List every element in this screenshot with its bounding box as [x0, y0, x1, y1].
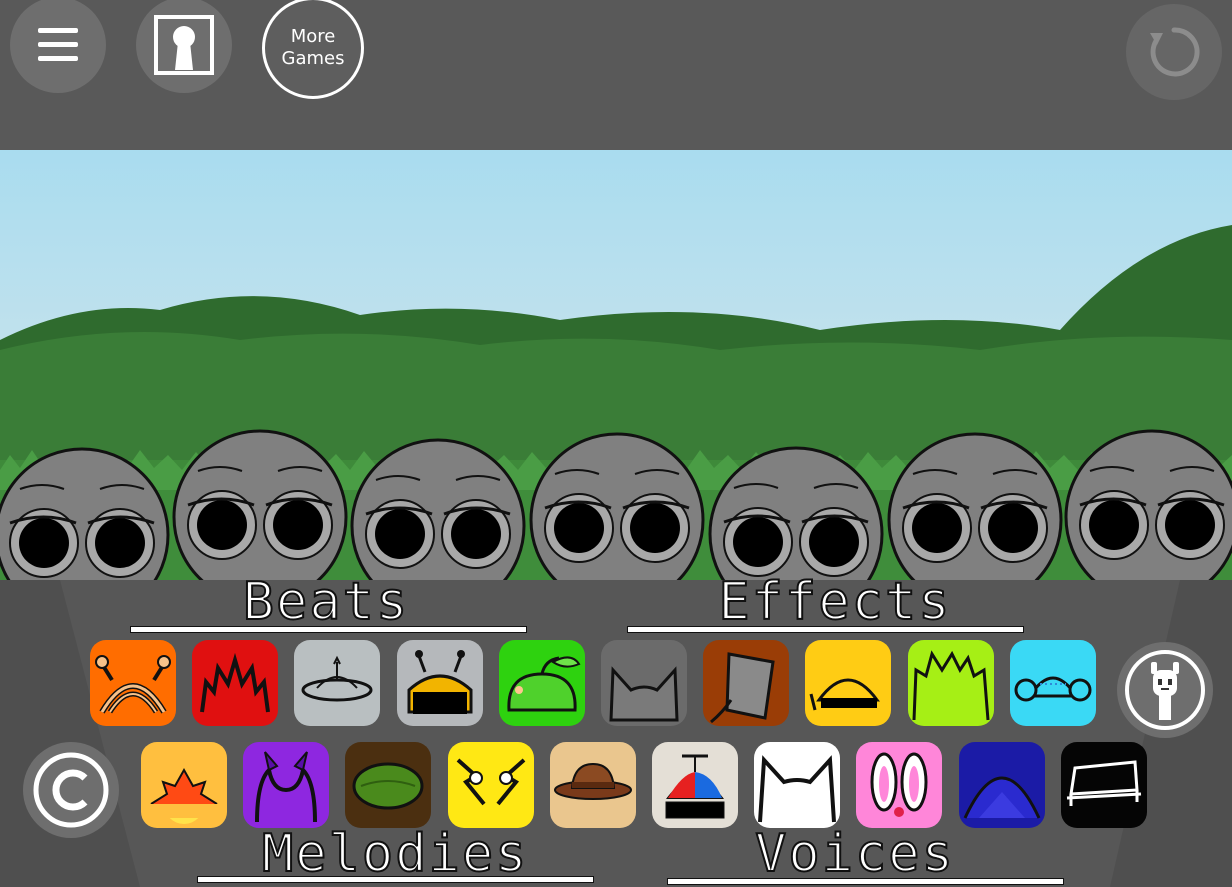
- copyright-button[interactable]: [23, 742, 119, 838]
- keyhole-icon: [154, 15, 214, 75]
- sound-slot-purple-horns[interactable]: [243, 742, 330, 828]
- copyright-icon: [33, 752, 109, 828]
- sound-slot-sunrise[interactable]: [141, 742, 227, 828]
- sound-slot-green-apple[interactable]: [498, 640, 585, 726]
- sound-slot-red-spiky-hair[interactable]: [192, 640, 279, 726]
- beats-underline: [130, 626, 527, 633]
- grey-robot-antenna-icon: [407, 650, 473, 714]
- yellow-helmet-icon: [809, 678, 881, 711]
- more-games-label-line1: More: [290, 26, 336, 47]
- sound-slot-yellow-lightning[interactable]: [447, 742, 534, 828]
- voices-category-label: Voices: [754, 824, 955, 884]
- grey-ufo-icon: [301, 655, 373, 702]
- orange-antenna-headband-icon: [95, 655, 171, 714]
- lime-spiky-hair-icon: [912, 650, 990, 721]
- cyan-beanie-icon: [1014, 676, 1092, 702]
- sound-slot-orange-antenna-headband[interactable]: [90, 640, 176, 726]
- sound-slot-grey-cat-ears[interactable]: [601, 640, 687, 726]
- propeller-cap-icon: [665, 754, 725, 819]
- white-cat-ears-icon: [758, 755, 837, 823]
- more-games-button[interactable]: More Games: [262, 0, 364, 99]
- white-character-icon: [1125, 650, 1205, 730]
- grey-cat-ears-icon: [609, 666, 679, 722]
- melodies-category-label: Melodies: [261, 824, 529, 884]
- hamburger-menu-icon: [38, 28, 78, 61]
- sound-slot-lime-spiky-hair[interactable]: [907, 640, 994, 726]
- sound-slot-bunny-ears[interactable]: [856, 742, 943, 828]
- bucket-hat-icon: [710, 652, 775, 724]
- sunrise-icon: [147, 767, 221, 824]
- unlock-button[interactable]: [136, 0, 232, 93]
- sound-slot-cyan-beanie[interactable]: [1009, 640, 1096, 726]
- reset-icon: [1150, 27, 1200, 77]
- voices-underline: [667, 878, 1064, 885]
- sound-slot-bucket-hat[interactable]: [703, 640, 790, 726]
- menu-button[interactable]: [10, 0, 106, 93]
- sound-slot-grey-ufo[interactable]: [294, 640, 381, 726]
- fedora-hat-icon: [553, 762, 632, 800]
- black-bench-icon: [1066, 760, 1141, 806]
- sound-slot-fedora-hat[interactable]: [549, 742, 636, 828]
- red-spiky-hair-icon: [200, 652, 271, 713]
- melodies-underline: [197, 876, 594, 883]
- sound-slot-blue-dome[interactable]: [958, 742, 1045, 828]
- stage-background: [0, 150, 1232, 582]
- effects-category-label: Effects: [717, 572, 952, 632]
- blue-dome-icon: [963, 776, 1040, 819]
- sound-slot-olive-hair[interactable]: [345, 742, 432, 828]
- sound-slot-yellow-helmet[interactable]: [805, 640, 892, 726]
- sound-slot-black-bench[interactable]: [1060, 742, 1147, 828]
- sound-slot-white-cat-ears[interactable]: [754, 742, 841, 828]
- effects-underline: [627, 626, 1024, 633]
- green-apple-icon: [507, 656, 581, 712]
- bunny-ears-icon: [870, 752, 928, 817]
- character-select-button[interactable]: [1117, 642, 1213, 738]
- sound-slot-propeller-cap[interactable]: [652, 742, 738, 828]
- more-games-label-line2: Games: [281, 48, 345, 69]
- olive-hair-icon: [352, 762, 424, 810]
- reset-button[interactable]: [1126, 4, 1222, 100]
- sound-slot-grey-robot-antenna[interactable]: [396, 640, 483, 726]
- character-panel: Beats Effects Melodies Voices: [0, 575, 1232, 887]
- grey-character[interactable]: [172, 429, 348, 582]
- beats-category-label: Beats: [242, 572, 410, 632]
- purple-horns-icon: [255, 751, 318, 823]
- top-toolbar: More Games: [0, 0, 1232, 150]
- stage-scene: [0, 150, 1232, 582]
- yellow-lightning-icon: [456, 758, 525, 806]
